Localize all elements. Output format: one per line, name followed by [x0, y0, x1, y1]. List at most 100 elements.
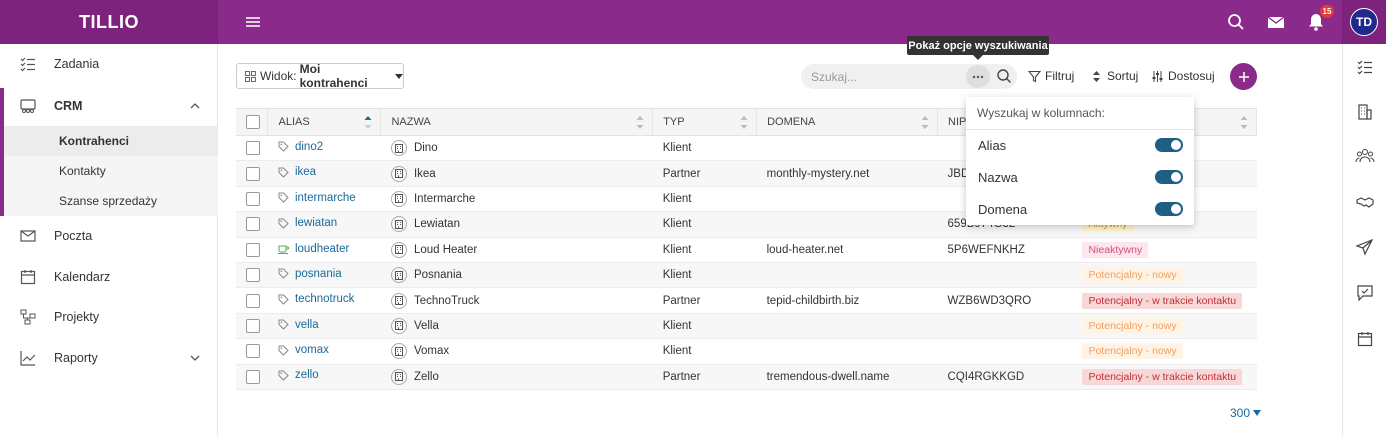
alias-link[interactable]: posnania [278, 268, 342, 280]
send-icon[interactable] [1355, 237, 1375, 257]
mail-icon[interactable] [1266, 12, 1286, 32]
handshake-icon[interactable] [1355, 192, 1375, 212]
app-logo[interactable]: TILLIO [0, 0, 218, 44]
alias-cell[interactable]: technotruck [267, 287, 381, 314]
alias-link[interactable]: vomax [278, 344, 329, 356]
column-header-alias[interactable]: ALIAS [267, 108, 382, 136]
tasks-icon[interactable] [1355, 57, 1375, 77]
contacts-icon[interactable] [1355, 146, 1375, 166]
alias-link[interactable]: technotruck [278, 293, 354, 305]
alias-cell[interactable]: lewiatan [267, 211, 381, 238]
toggle-domena[interactable] [1155, 202, 1183, 216]
sort-asc-icon[interactable] [364, 116, 372, 129]
row-checkbox[interactable] [246, 141, 260, 156]
sidebar-item-raporty[interactable]: Raporty [0, 338, 218, 378]
alias-cell[interactable]: vella [267, 313, 381, 340]
alias-cell[interactable]: dino2 [267, 135, 381, 162]
alias-cell[interactable]: vomax [267, 338, 381, 365]
avatar[interactable]: TD [1350, 8, 1378, 36]
row-select-cell[interactable] [236, 287, 268, 314]
sidebar-item-poczta[interactable]: Poczta [0, 216, 218, 256]
alias-cell[interactable]: posnania [267, 262, 381, 289]
alias-cell[interactable]: zello [267, 364, 381, 390]
sidebar-item-projekty[interactable]: Projekty [0, 297, 218, 337]
name-cell[interactable]: Loud Heater [380, 237, 653, 263]
name-cell[interactable]: Posnania [380, 262, 653, 289]
alias-link[interactable]: ikea [278, 166, 316, 178]
alias-link[interactable]: dino2 [278, 141, 323, 153]
row-select-cell[interactable] [236, 338, 268, 365]
name-cell[interactable]: Intermarche [380, 186, 653, 213]
sidebar-item-zadania[interactable]: Zadania [0, 44, 218, 84]
building-icon[interactable] [1355, 102, 1375, 122]
select-all-header[interactable] [236, 108, 269, 136]
column-header-domain[interactable]: DOMENA [756, 108, 939, 136]
row-checkbox[interactable] [246, 344, 260, 359]
chat-check-icon[interactable] [1355, 283, 1375, 303]
toggle-alias[interactable] [1155, 138, 1183, 152]
alias-cell[interactable]: ikea [267, 160, 381, 187]
row-checkbox[interactable] [246, 318, 260, 333]
view-selector[interactable]: Widok: Moi kontrahenci [236, 62, 404, 90]
row-checkbox[interactable] [246, 217, 260, 232]
add-button[interactable] [1230, 63, 1257, 90]
search-options-button[interactable] [966, 65, 990, 88]
alias-link[interactable]: intermarche [278, 192, 356, 204]
name-cell[interactable]: Vella [380, 313, 653, 340]
name-cell[interactable]: Ikea [380, 160, 653, 187]
alias-cell[interactable]: intermarche [267, 186, 381, 213]
row-select-cell[interactable] [236, 186, 268, 213]
search-input[interactable] [811, 68, 961, 85]
customize-button[interactable]: Dostosuj [1151, 69, 1215, 83]
row-checkbox[interactable] [246, 268, 260, 283]
alias-link[interactable]: vella [278, 319, 319, 331]
name-cell[interactable]: Lewiatan [380, 211, 653, 238]
alias-link[interactable]: loudheater [277, 243, 349, 255]
sort-button[interactable]: Sortuj [1090, 69, 1138, 83]
sidebar-subitem-kontakty[interactable]: Kontakty [4, 156, 218, 186]
chevron-down-icon[interactable] [189, 352, 201, 364]
sidebar-item-crm[interactable]: CRM [0, 86, 218, 126]
sidebar-subitem-kontrahenci[interactable]: Kontrahenci [4, 126, 218, 156]
row-select-cell[interactable] [236, 364, 268, 390]
row-select-cell[interactable] [236, 313, 268, 340]
row-select-cell[interactable] [236, 135, 268, 162]
alias-link[interactable]: lewiatan [278, 217, 337, 229]
sort-icon[interactable] [740, 116, 748, 129]
row-checkbox[interactable] [246, 242, 260, 257]
row-checkbox[interactable] [246, 191, 260, 206]
alias-link[interactable]: zello [278, 369, 319, 381]
row-checkbox[interactable] [246, 293, 260, 308]
page-size-selector[interactable]: 300 [1230, 406, 1262, 420]
filter-button[interactable]: Filtruj [1028, 69, 1074, 83]
table-row[interactable]: vomax Vomax Klient Potencjalny - nowy [236, 338, 1257, 365]
sort-icon[interactable] [921, 116, 929, 129]
name-cell[interactable]: Zello [380, 364, 653, 390]
search-icon[interactable] [996, 68, 1012, 84]
sort-icon[interactable] [1240, 116, 1248, 129]
table-row[interactable]: posnania Posnania Klient Potencjalny - nowy [236, 262, 1257, 289]
row-select-cell[interactable] [236, 211, 268, 238]
row-checkbox[interactable] [246, 166, 260, 181]
row-checkbox[interactable] [246, 369, 260, 384]
toggle-nazwa[interactable] [1155, 170, 1183, 184]
row-select-cell[interactable] [236, 262, 268, 289]
sidebar-item-kalendarz[interactable]: Kalendarz [0, 257, 218, 297]
table-row[interactable]: technotruck TechnoTruck Partner tepid-child… [236, 287, 1257, 314]
alias-cell[interactable]: loudheater [267, 237, 381, 263]
name-cell[interactable]: Dino [380, 135, 653, 162]
search-icon[interactable] [1226, 12, 1246, 32]
sort-icon[interactable] [636, 116, 644, 129]
name-cell[interactable]: TechnoTruck [380, 287, 653, 314]
table-row[interactable]: loudheater Loud Heater Klient loud-heater.n… [236, 237, 1257, 263]
chevron-up-icon[interactable] [189, 100, 201, 112]
table-row[interactable]: vella Vella Klient Potencjalny - nowy [236, 313, 1257, 340]
sidebar-subitem-szanse[interactable]: Szanse sprzedaży [4, 186, 218, 216]
table-row[interactable]: zello Zello Partner tremendous-dwell.name CQ… [236, 364, 1257, 390]
menu-icon[interactable] [244, 12, 262, 32]
row-select-cell[interactable] [236, 160, 268, 187]
name-cell[interactable]: Vomax [380, 338, 653, 365]
column-header-type[interactable]: TYP [652, 108, 758, 136]
calendar-icon[interactable] [1355, 329, 1375, 349]
select-all-checkbox[interactable] [246, 115, 260, 129]
